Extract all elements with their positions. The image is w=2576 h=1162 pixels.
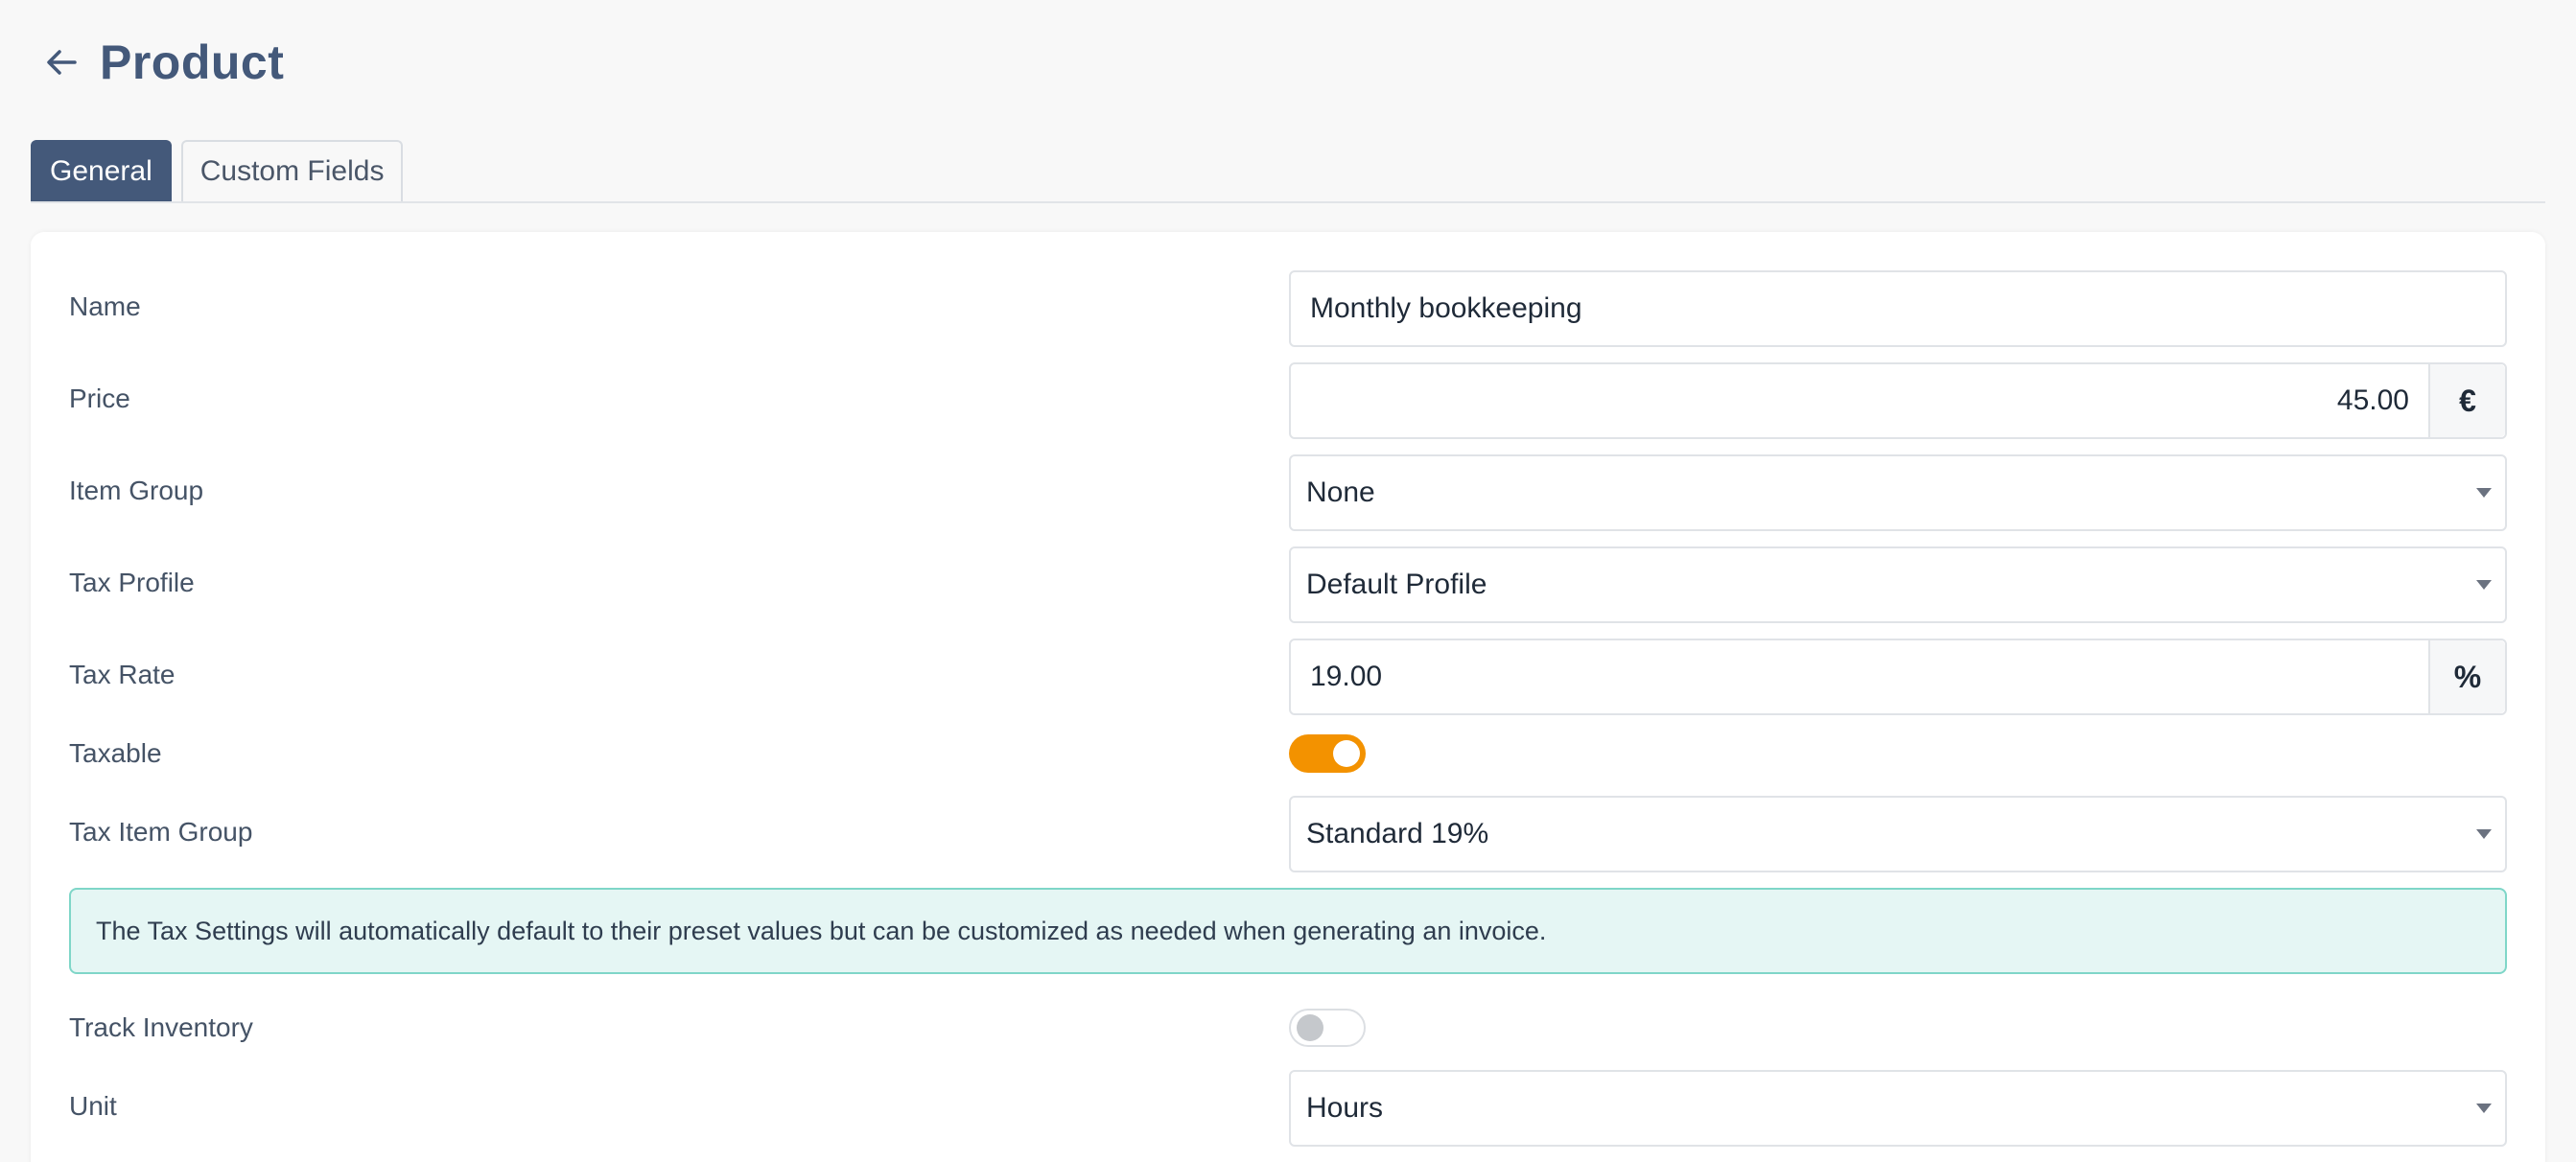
tax-profile-label: Tax Profile — [69, 568, 195, 597]
item-group-value: None — [1306, 476, 1375, 508]
chevron-down-icon — [2476, 580, 2492, 590]
tax-profile-select[interactable]: Default Profile — [1289, 546, 2507, 623]
percent-addon: % — [2428, 640, 2505, 713]
price-value: 45.00 — [2336, 384, 2409, 416]
back-button[interactable] — [38, 39, 84, 85]
page-header: Product — [38, 27, 284, 98]
tax-rate-value: 19.00 — [1310, 661, 1383, 692]
tab-bar: General Custom Fields — [31, 138, 2545, 203]
unit-select[interactable]: Hours — [1289, 1070, 2507, 1147]
tax-item-group-label: Tax Item Group — [69, 817, 253, 847]
price-input[interactable]: 45.00 € — [1289, 362, 2507, 439]
tax-item-group-select[interactable]: Standard 19% — [1289, 796, 2507, 872]
toggle-knob — [1297, 1014, 1323, 1041]
chevron-down-icon — [2476, 1104, 2492, 1113]
toggle-knob — [1333, 740, 1360, 767]
tax-profile-value: Default Profile — [1306, 569, 1487, 600]
item-group-select[interactable]: None — [1289, 454, 2507, 531]
chevron-down-icon — [2476, 829, 2492, 839]
price-label: Price — [69, 383, 130, 413]
unit-value: Hours — [1306, 1092, 1384, 1124]
item-group-label: Item Group — [69, 476, 204, 505]
currency-addon: € — [2428, 364, 2505, 437]
product-page: Product General Custom Fields Name Month… — [0, 0, 2576, 1162]
taxable-toggle[interactable] — [1289, 734, 1366, 773]
track-inventory-toggle[interactable] — [1289, 1009, 1366, 1047]
tax-rate-input[interactable]: 19.00 % — [1289, 639, 2507, 715]
arrow-left-icon — [47, 50, 77, 75]
name-label: Name — [69, 291, 141, 321]
tab-general[interactable]: General — [31, 140, 172, 201]
unit-label: Unit — [69, 1091, 117, 1121]
name-input[interactable]: Monthly bookkeeping — [1289, 270, 2507, 347]
name-value: Monthly bookkeeping — [1310, 292, 1582, 324]
tab-custom-fields[interactable]: Custom Fields — [180, 140, 404, 201]
tax-rate-label: Tax Rate — [69, 660, 176, 689]
page-title: Product — [100, 35, 285, 89]
tax-settings-notice: The Tax Settings will automatically defa… — [69, 888, 2507, 974]
taxable-label: Taxable — [69, 738, 162, 768]
chevron-down-icon — [2476, 488, 2492, 498]
tax-item-group-value: Standard 19% — [1306, 818, 1489, 849]
track-inventory-label: Track Inventory — [69, 1012, 253, 1042]
